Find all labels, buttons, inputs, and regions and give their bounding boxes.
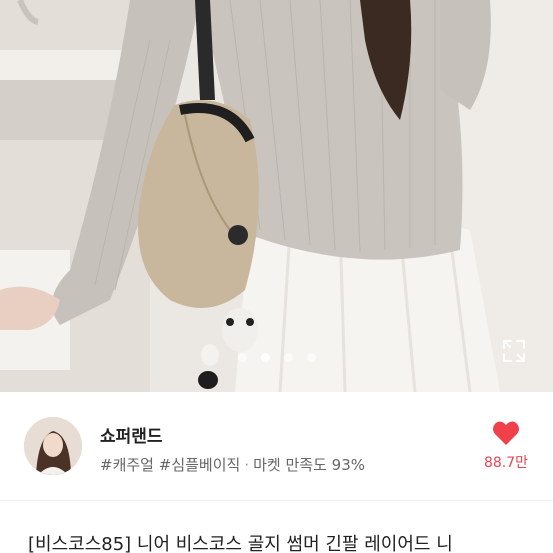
market-satisfaction: 마켓 만족도 93%	[253, 456, 365, 474]
carousel-dot-active[interactable]	[260, 353, 270, 362]
carousel-dot[interactable]	[283, 353, 293, 362]
expand-icon	[503, 340, 525, 362]
expand-image-button[interactable]	[500, 337, 528, 365]
product-image-carousel[interactable]	[0, 0, 553, 392]
shop-avatar[interactable]	[24, 417, 82, 475]
shop-meta: #캐주얼 #심플베이직 · 마켓 만족도 93%	[100, 454, 365, 475]
heart-icon	[492, 421, 520, 445]
shop-tag[interactable]: #심플베이직	[159, 456, 241, 474]
carousel-dot[interactable]	[237, 353, 247, 362]
carousel-dot[interactable]	[306, 353, 316, 362]
section-divider	[0, 500, 553, 501]
like-button[interactable]: 88.7만	[480, 420, 532, 472]
product-photo	[0, 0, 553, 392]
shop-avatar-image	[24, 417, 82, 475]
like-count: 88.7만	[483, 455, 529, 471]
product-title: [비스코스85] 니어 비스코스 골지 썸머 긴팔 레이어드 니	[28, 534, 453, 553]
shop-info: 쇼퍼랜드 #캐주얼 #심플베이직 · 마켓 만족도 93% 88.7만	[0, 392, 553, 500]
shop-tag[interactable]: #캐주얼	[100, 456, 154, 474]
meta-separator: ·	[244, 456, 250, 474]
carousel-pagination	[0, 353, 553, 362]
shop-name[interactable]: 쇼퍼랜드	[100, 422, 163, 447]
